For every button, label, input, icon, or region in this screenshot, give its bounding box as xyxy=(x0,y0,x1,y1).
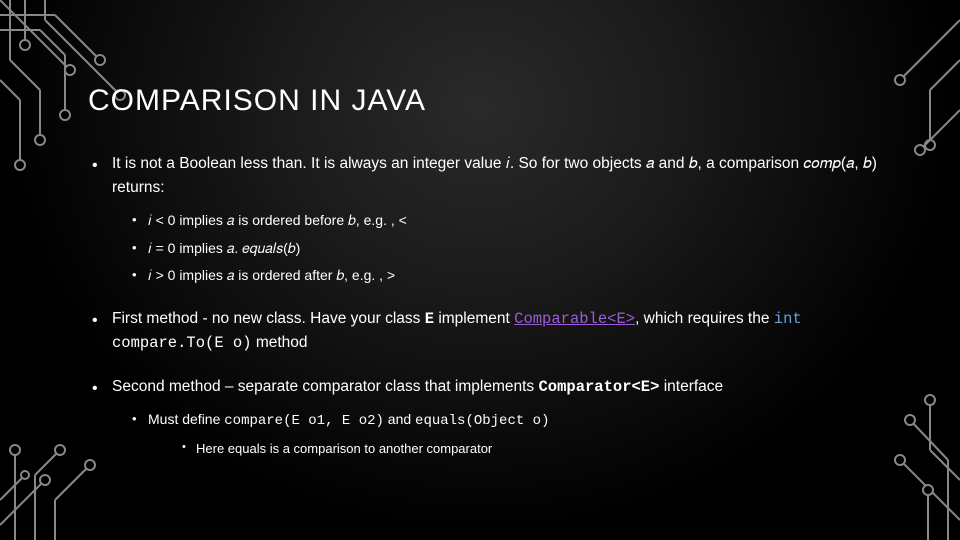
compare-method: compare(E o1, E o2) xyxy=(224,413,384,429)
bullet-2-tail: method xyxy=(252,334,308,351)
int-keyword: int xyxy=(774,310,802,328)
bullet-1: It is not a Boolean less than. It is alw… xyxy=(88,152,900,287)
comparable-link[interactable]: Comparable<E> xyxy=(514,310,635,328)
page-title: COMPARISON IN JAVA xyxy=(88,84,900,118)
bullet-1-sub-2: 𝑖 = 0 implies 𝑎. 𝑒𝑞𝑢𝑎𝑙𝑠(𝑏) xyxy=(112,238,900,260)
bullet-2-mid1: implement xyxy=(434,310,514,327)
bullet-2-pre: First method - no new class. Have your c… xyxy=(112,310,425,327)
bullet-2-class-e: E xyxy=(425,310,434,328)
bullet-3-sub-2: Here equals is a comparison to another c… xyxy=(148,439,900,459)
bullet-1-text: It is not a Boolean less than. It is alw… xyxy=(112,155,877,196)
equals-method: equals(Object o) xyxy=(415,413,549,429)
bullet-3-sub-1: Must define compare(E o1, E o2) and equa… xyxy=(112,409,900,459)
bullet-3-pre: Second method – separate comparator clas… xyxy=(112,378,538,395)
bullet-2-mid2: , which requires the xyxy=(635,310,774,327)
bullet-list: It is not a Boolean less than. It is alw… xyxy=(88,152,900,459)
bullet-3: Second method – separate comparator clas… xyxy=(88,375,900,459)
bullet-3-post: interface xyxy=(659,378,723,395)
bullet-3-sub-1-mid: and xyxy=(384,411,415,427)
bullet-2: First method - no new class. Have your c… xyxy=(88,307,900,355)
bullet-1-sub-3: 𝑖 > 0 implies 𝑎 is ordered after 𝑏, e.g.… xyxy=(112,265,900,287)
compareto-method: compare.To(E o) xyxy=(112,334,252,352)
bullet-1-sub-1: 𝑖 < 0 implies 𝑎 is ordered before 𝑏, e.g… xyxy=(112,210,900,232)
comparator-type: Comparator<E> xyxy=(538,378,659,396)
bullet-3-sub-1-pre: Must define xyxy=(148,411,224,427)
